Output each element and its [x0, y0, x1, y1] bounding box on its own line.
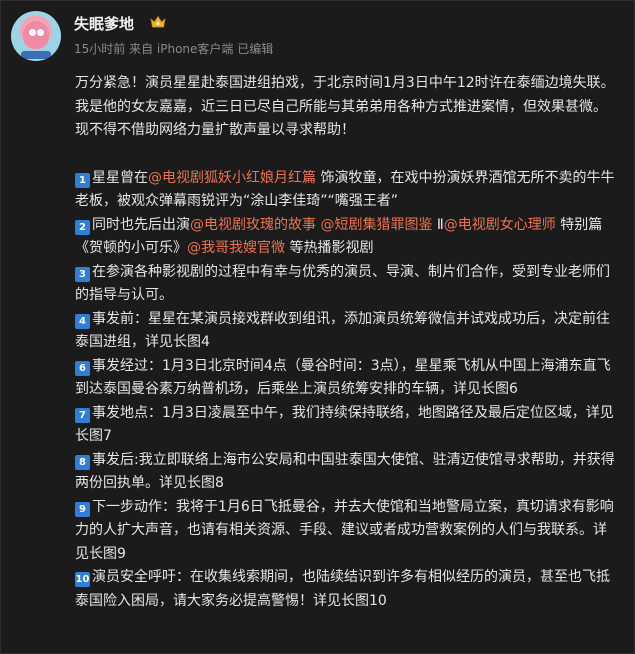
avatar-badge — [21, 51, 51, 59]
list-item: 10 演员安全呼吁：在收集线索期间，也陆续结识到许多有相似经历的演员，甚至也飞抵泰… — [75, 566, 615, 613]
mention-link[interactable]: @电视剧玫瑰的故事 — [190, 217, 316, 233]
mention-link[interactable]: @我哥我嫂官微 — [187, 240, 285, 256]
post-body: 万分紧急！演员星星赴泰国进组拍戏，于北京时间1月3日中午12时许在泰缅边境失联。… — [75, 72, 615, 613]
item-text: 事发后:我立即联络上海市公安局和中国驻泰国大使馆、驻清迈使馆寻求帮助，并获得两份… — [75, 451, 615, 492]
list-item: 9 下一步动作：我将于1月6日飞抵曼谷，并去大使馆和当地警局立案，真切请求有影响力… — [75, 496, 615, 567]
post-meta: 15小时前 来自 iPhone客户端 已编辑 — [74, 42, 274, 56]
author-name[interactable]: 失眠爹地 — [74, 13, 134, 34]
item-text: 等热播影视剧 — [285, 240, 374, 256]
item-text: Ⅱ — [432, 216, 444, 233]
list-item: 4 事发前：星星在某演员接戏群收到组讯，添加演员统筹微信并试戏成功后，决定前往泰国… — [75, 308, 615, 355]
item-text: 同时也先后出演 — [92, 216, 190, 233]
item-text: 事发经过：1月3日北京时间4点（曼谷时间：3点），星星乘飞机从中国上海浦东直飞到… — [75, 357, 611, 398]
number-badge-icon: 6 — [75, 360, 90, 376]
number-badge-icon: 10 — [75, 572, 90, 587]
mention-link[interactable]: @电视剧狐妖小红娘月红篇 — [148, 170, 316, 186]
item-text: 下一步动作：我将于1月6日飞抵曼谷，并去大使馆和当地警局立案，真切请求有影响力的… — [75, 498, 614, 562]
number-badge-icon: 8 — [75, 454, 90, 470]
avatar-eye-left — [29, 29, 36, 36]
number-badge-icon: 4 — [75, 313, 90, 329]
weibo-post-card: 失眠爹地 15小时前 来自 iPhone客户端 已编辑 万分紧急！演员星星赴泰国… — [0, 0, 635, 654]
item-text: 事发地点：1月3日凌晨至中午，我们持续保持联络，地图路径及最后定位区域，详见长图… — [75, 404, 614, 445]
crown-badge-icon — [150, 15, 166, 28]
numbered-list: 1 星星曾在@电视剧狐妖小红娘月红篇 饰演牧童，在戏中扮演妖界酒馆无所不卖的牛牛老… — [75, 167, 615, 614]
mention-link[interactable]: @电视剧女心理师 — [444, 217, 556, 233]
avatar[interactable] — [11, 11, 61, 61]
item-text: 在参演各种影视剧的过程中有幸与优秀的演员、导演、制片们合作，受到专业老师们的指导… — [75, 263, 610, 304]
list-item: 3 在参演各种影视剧的过程中有幸与优秀的演员、导演、制片们合作，受到专业老师们的指… — [75, 261, 615, 308]
post-header: 失眠爹地 15小时前 来自 iPhone客户端 已编辑 — [11, 11, 611, 63]
list-item: 7 事发地点：1月3日凌晨至中午，我们持续保持联络，地图路径及最后定位区域，详见长… — [75, 402, 615, 449]
list-item: 6 事发经过：1月3日北京时间4点（曼谷时间：3点），星星乘飞机从中国上海浦东直飞… — [75, 355, 615, 402]
number-badge-icon: 3 — [75, 266, 90, 282]
number-badge-icon: 7 — [75, 407, 90, 423]
avatar-eye-right — [37, 29, 44, 36]
list-item: 8 事发后:我立即联络上海市公安局和中国驻泰国大使馆、驻清迈使馆寻求帮助，并获得两… — [75, 449, 615, 496]
item-text: 星星曾在 — [92, 169, 148, 186]
list-item: 1 星星曾在@电视剧狐妖小红娘月红篇 饰演牧童，在戏中扮演妖界酒馆无所不卖的牛牛老… — [75, 167, 615, 214]
intro-paragraph-2: 我是他的女友嘉嘉，近三日已尽自己所能与其弟弟用各种方式推进案情，但效果甚微。现不… — [75, 98, 607, 139]
item-text: 演员安全呼吁：在收集线索期间，也陆续结识到许多有相似经历的演员，甚至也飞抵泰国险… — [75, 569, 610, 609]
number-badge-icon: 2 — [75, 219, 90, 235]
mention-link[interactable]: @短剧集猎罪图鉴 — [320, 217, 432, 233]
list-item: 2 同时也先后出演@电视剧玫瑰的故事 @短剧集猎罪图鉴 Ⅱ@电视剧女心理师 特别篇… — [75, 214, 615, 261]
item-text: 事发前：星星在某演员接戏群收到组讯，添加演员统筹微信并试戏成功后，决定前往泰国进… — [75, 310, 610, 351]
avatar-face — [23, 21, 49, 49]
intro-paragraph-1: 万分紧急！演员星星赴泰国进组拍戏，于北京时间1月3日中午12时许在泰缅边境失联。 — [75, 75, 615, 91]
number-badge-icon: 9 — [75, 501, 90, 517]
number-badge-icon: 1 — [75, 172, 90, 188]
